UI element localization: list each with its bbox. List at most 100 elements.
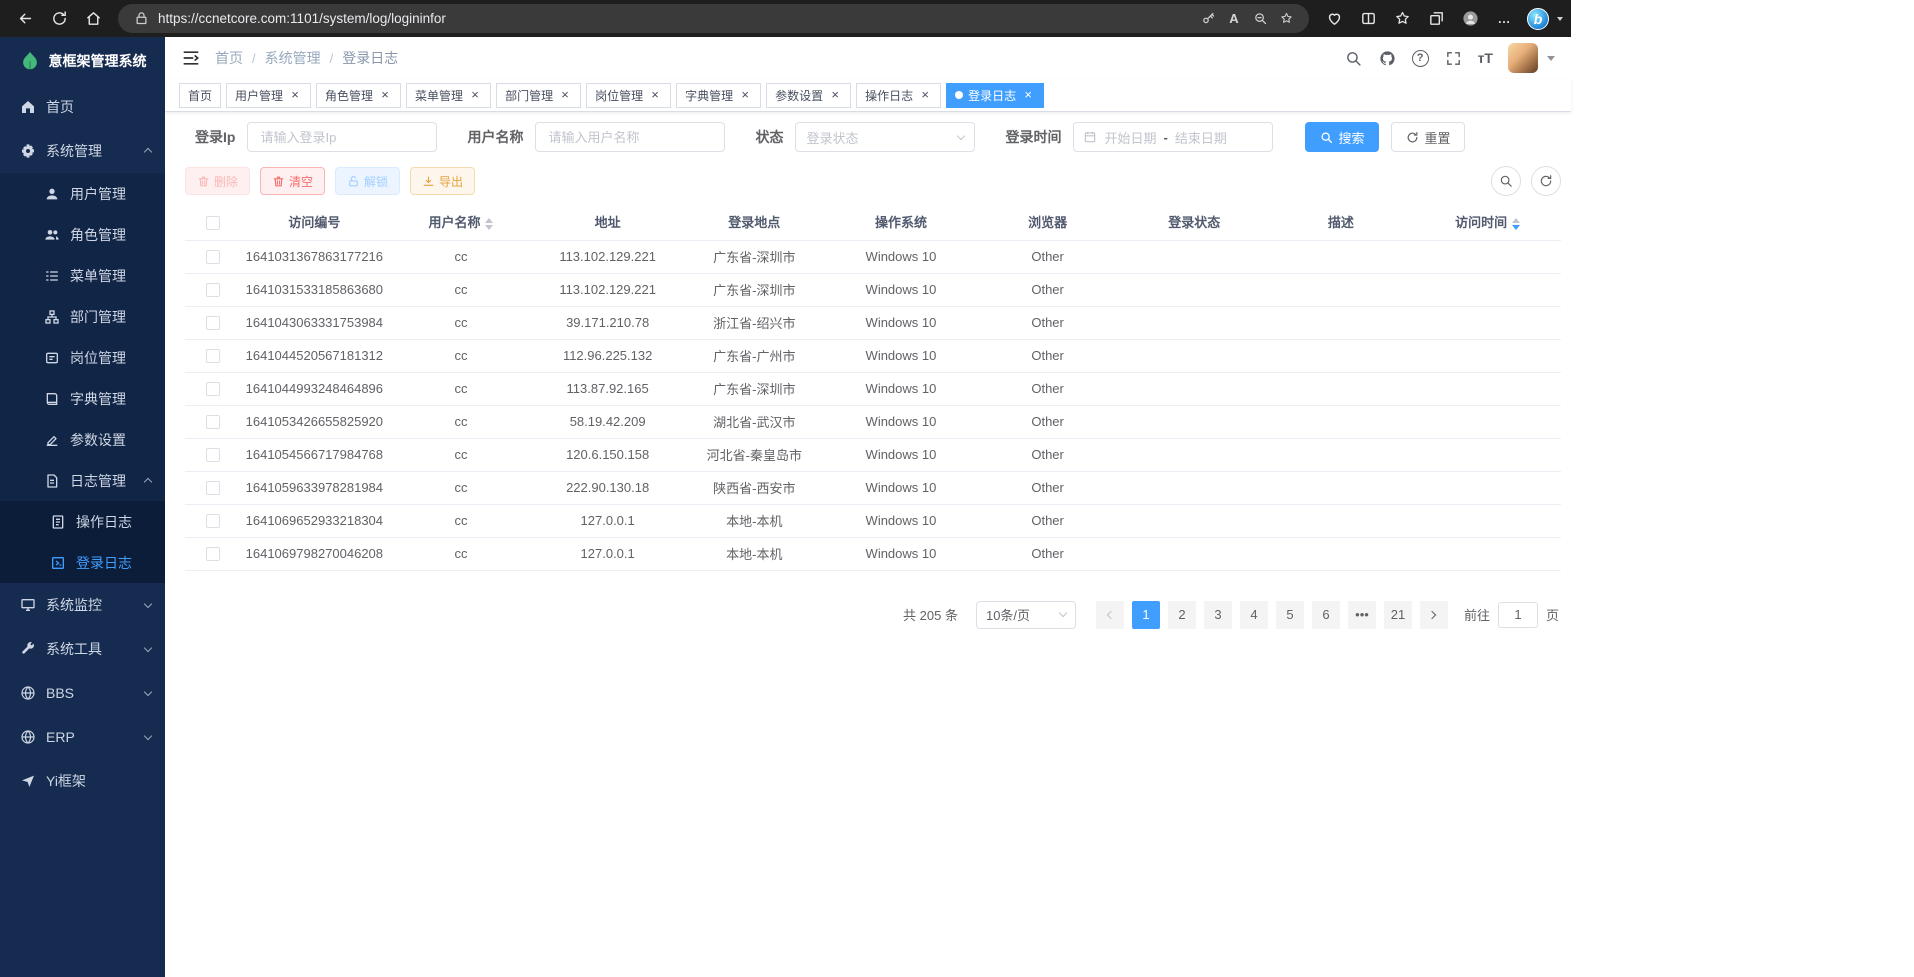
close-icon[interactable]: ×	[738, 88, 752, 102]
close-icon[interactable]: ×	[918, 88, 932, 102]
login-ip-input[interactable]	[247, 122, 437, 152]
read-aloud-icon[interactable]: A	[1221, 7, 1247, 31]
sidebar-item-login-log[interactable]: 登录日志	[0, 542, 165, 583]
browser-address-bar[interactable]: https://ccnetcore.com:1101/system/log/lo…	[118, 4, 1309, 33]
bing-copilot-icon[interactable]: b	[1521, 4, 1555, 34]
split-screen-icon[interactable]	[1351, 4, 1385, 34]
breadcrumb-system[interactable]: 系统管理	[265, 48, 321, 68]
sidebar-item-yi-framework[interactable]: Yi框架	[0, 759, 165, 803]
tab-login-log[interactable]: 登录日志×	[946, 83, 1044, 108]
column-username[interactable]: 用户名称	[388, 204, 535, 240]
breadcrumb-home[interactable]: 首页	[215, 48, 243, 68]
password-key-icon[interactable]	[1195, 7, 1221, 31]
close-icon[interactable]: ×	[558, 88, 572, 102]
tab-dict-mgmt[interactable]: 字典管理×	[676, 83, 761, 108]
page-button-5[interactable]: 5	[1276, 601, 1304, 629]
close-icon[interactable]: ×	[288, 88, 302, 102]
row-checkbox[interactable]	[206, 349, 220, 363]
tab-menu-mgmt[interactable]: 菜单管理×	[406, 83, 491, 108]
chevron-down-icon[interactable]	[1547, 56, 1555, 61]
font-size-icon[interactable]: тT	[1478, 50, 1493, 66]
page-button-1[interactable]: 1	[1132, 601, 1160, 629]
chevron-down-icon[interactable]	[1557, 17, 1563, 21]
sidebar-item-home[interactable]: 首页	[0, 85, 165, 129]
unlock-button[interactable]: 解锁	[335, 167, 400, 195]
browser-essentials-icon[interactable]	[1317, 4, 1351, 34]
tab-role-mgmt[interactable]: 角色管理×	[316, 83, 401, 108]
status-select[interactable]: 登录状态	[795, 122, 975, 152]
row-checkbox[interactable]	[206, 382, 220, 396]
next-page-button[interactable]	[1420, 601, 1448, 629]
sidebar-item-dept-mgmt[interactable]: 部门管理	[0, 296, 165, 337]
select-all-checkbox[interactable]	[206, 216, 220, 230]
close-icon[interactable]: ×	[648, 88, 662, 102]
delete-button[interactable]: 删除	[185, 167, 250, 195]
page-button-21[interactable]: 21	[1384, 601, 1412, 629]
goto-page-input[interactable]	[1498, 602, 1538, 628]
zoom-out-icon[interactable]	[1247, 7, 1273, 31]
sidebar-item-menu-mgmt[interactable]: 菜单管理	[0, 255, 165, 296]
close-icon[interactable]: ×	[1021, 88, 1035, 102]
close-icon[interactable]: ×	[468, 88, 482, 102]
page-button-2[interactable]: 2	[1168, 601, 1196, 629]
sidebar-item-dict-mgmt[interactable]: 字典管理	[0, 378, 165, 419]
sidebar-toggle-icon[interactable]	[181, 48, 201, 68]
user-avatar[interactable]	[1508, 43, 1538, 73]
row-checkbox[interactable]	[206, 448, 220, 462]
clear-button[interactable]: 清空	[260, 167, 325, 195]
page-button-6[interactable]: 6	[1312, 601, 1340, 629]
sidebar-item-system-mgmt[interactable]: 系统管理	[0, 129, 165, 173]
close-icon[interactable]: ×	[828, 88, 842, 102]
page-size-select[interactable]: 10条/页	[976, 601, 1076, 629]
browser-refresh-button[interactable]	[42, 4, 76, 34]
row-checkbox[interactable]	[206, 283, 220, 297]
sidebar-item-user-mgmt[interactable]: 用户管理	[0, 173, 165, 214]
fullscreen-icon[interactable]	[1444, 49, 1463, 68]
export-button[interactable]: 导出	[410, 167, 475, 195]
username-input[interactable]	[535, 122, 725, 152]
search-icon[interactable]	[1344, 49, 1363, 68]
browser-more-menu-icon[interactable]: …	[1487, 4, 1521, 34]
sidebar-item-post-mgmt[interactable]: 岗位管理	[0, 337, 165, 378]
row-checkbox[interactable]	[206, 514, 220, 528]
sidebar-item-param-settings[interactable]: 参数设置	[0, 419, 165, 460]
reset-button[interactable]: 重置	[1391, 122, 1465, 152]
favorites-icon[interactable]	[1385, 4, 1419, 34]
app-logo[interactable]: 意框架管理系统	[0, 37, 165, 85]
browser-home-button[interactable]	[76, 4, 110, 34]
tab-param-settings[interactable]: 参数设置×	[766, 83, 851, 108]
site-info-icon[interactable]	[128, 7, 154, 31]
page-button-3[interactable]: 3	[1204, 601, 1232, 629]
refresh-table-button[interactable]	[1531, 166, 1561, 196]
tab-home[interactable]: 首页	[179, 83, 221, 108]
sort-icon[interactable]	[1512, 218, 1520, 230]
page-button-4[interactable]: 4	[1240, 601, 1268, 629]
search-button[interactable]: 搜索	[1305, 122, 1379, 152]
sidebar-item-log-mgmt[interactable]: 日志管理	[0, 460, 165, 501]
row-checkbox[interactable]	[206, 415, 220, 429]
sidebar-item-system-tools[interactable]: 系统工具	[0, 627, 165, 671]
browser-profile-avatar[interactable]	[1453, 4, 1487, 34]
browser-back-button[interactable]	[8, 4, 42, 34]
tab-user-mgmt[interactable]: 用户管理×	[226, 83, 311, 108]
collections-icon[interactable]	[1419, 4, 1453, 34]
sidebar-item-erp[interactable]: ERP	[0, 715, 165, 759]
add-favorite-star-icon[interactable]	[1273, 7, 1299, 31]
more-pages-button[interactable]: •••	[1348, 601, 1376, 629]
sidebar-item-system-monitor[interactable]: 系统监控	[0, 583, 165, 627]
toggle-search-button[interactable]	[1491, 166, 1521, 196]
tab-operation-log[interactable]: 操作日志×	[856, 83, 941, 108]
close-icon[interactable]: ×	[378, 88, 392, 102]
row-checkbox[interactable]	[206, 250, 220, 264]
sidebar-item-bbs[interactable]: BBS	[0, 671, 165, 715]
sidebar-item-operation-log[interactable]: 操作日志	[0, 501, 165, 542]
row-checkbox[interactable]	[206, 547, 220, 561]
row-checkbox[interactable]	[206, 481, 220, 495]
sort-icon[interactable]	[485, 218, 493, 230]
tab-post-mgmt[interactable]: 岗位管理×	[586, 83, 671, 108]
sidebar-item-role-mgmt[interactable]: 角色管理	[0, 214, 165, 255]
date-range-picker[interactable]: 开始日期 - 结束日期	[1073, 122, 1273, 152]
prev-page-button[interactable]	[1096, 601, 1124, 629]
github-icon[interactable]	[1378, 49, 1397, 68]
tab-dept-mgmt[interactable]: 部门管理×	[496, 83, 581, 108]
